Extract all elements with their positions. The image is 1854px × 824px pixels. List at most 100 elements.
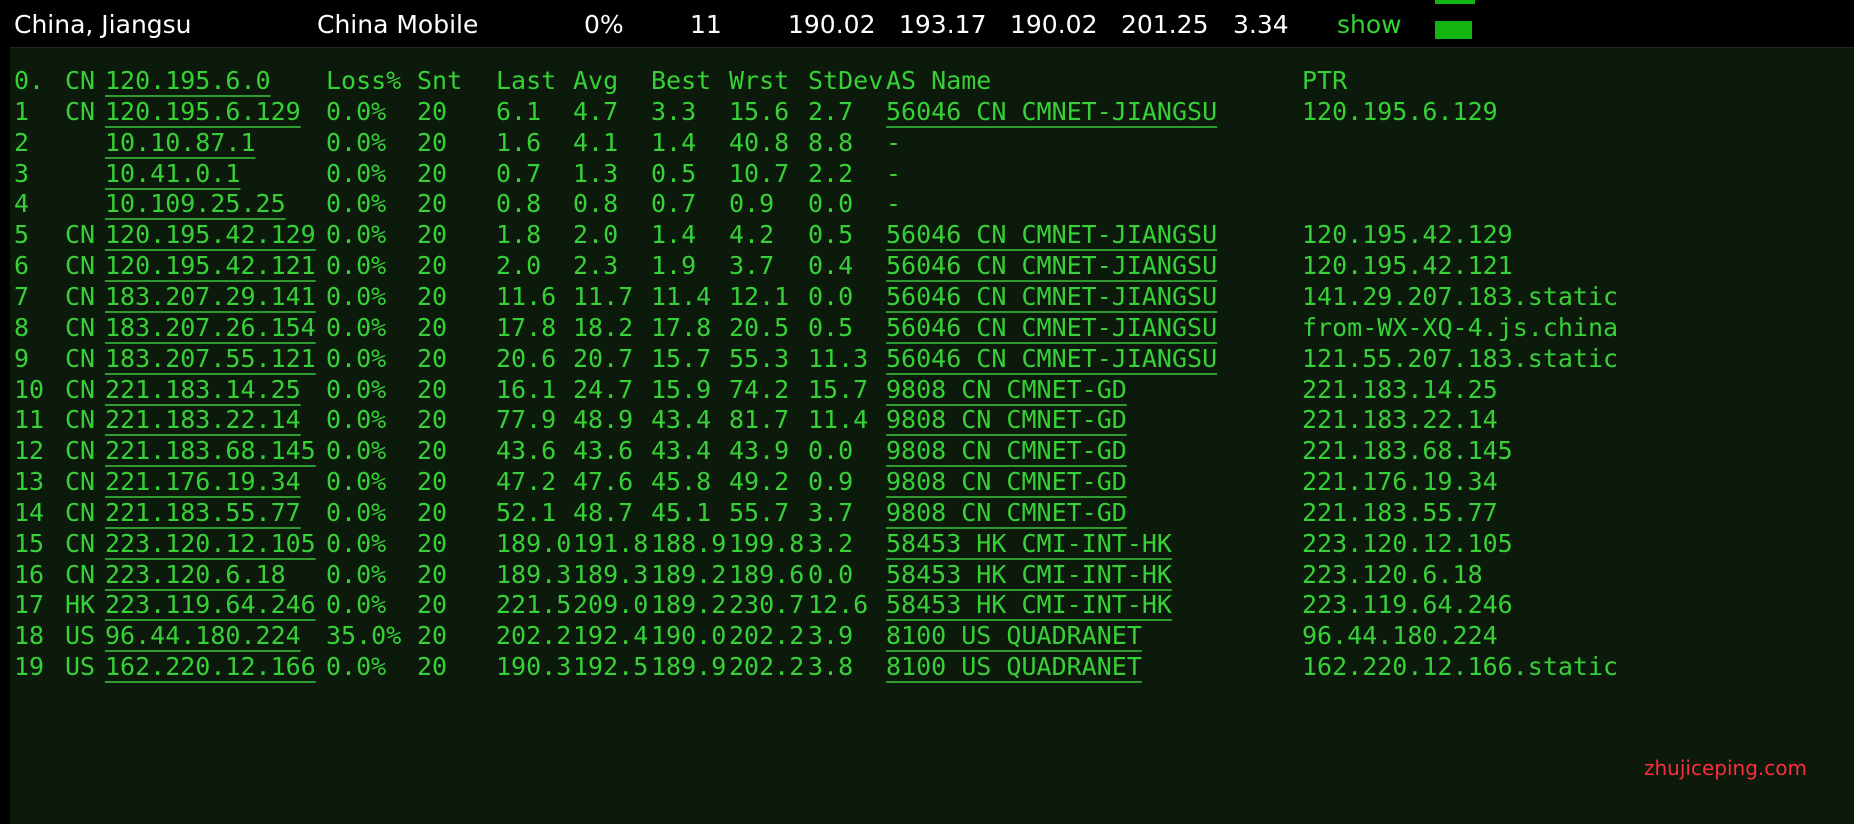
header-wrst: Wrst <box>729 66 790 95</box>
hop-ip[interactable]: 120.195.42.129 <box>105 220 316 250</box>
hop-last: 0.8 <box>496 189 542 219</box>
hop-as[interactable]: 9808 CN CMNET-GD <box>886 375 1127 405</box>
hop-as[interactable]: 56046 CN CMNET-JIANGSU <box>886 282 1217 312</box>
show-link[interactable]: show <box>1337 10 1402 39</box>
hop-stdev: 0.4 <box>808 251 854 281</box>
hop-ptr: from-WX-XQ-4.js.china <box>1302 312 1619 342</box>
hop-as[interactable]: 58453 HK CMI-INT-HK <box>886 529 1172 559</box>
hop-ip[interactable]: 96.44.180.224 <box>105 621 301 651</box>
hop-as[interactable]: 58453 HK CMI-INT-HK <box>886 560 1172 590</box>
hop-ip[interactable]: 223.120.12.105 <box>105 529 316 559</box>
latency-bar-top <box>1435 0 1475 4</box>
header-loss: Loss% <box>326 66 402 95</box>
hop-loss: 35.0% <box>326 621 402 651</box>
hop-n: 15 <box>14 528 45 558</box>
hop-as[interactable]: 56046 CN CMNET-JIANGSU <box>886 251 1217 281</box>
hop-ip[interactable]: 221.176.19.34 <box>105 467 301 497</box>
hop-last: 77.9 <box>496 405 557 435</box>
hop-ip[interactable]: 183.207.29.141 <box>105 282 316 312</box>
hop-ip[interactable]: 120.195.42.121 <box>105 251 316 281</box>
hop-as[interactable]: 9808 CN CMNET-GD <box>886 405 1127 435</box>
hop-ip[interactable]: 10.10.87.1 <box>105 128 256 158</box>
hop-loss: 0.0% <box>326 374 387 404</box>
hop-as[interactable]: 56046 CN CMNET-JIANGSU <box>886 97 1217 127</box>
hop-last: 221.5 <box>496 590 572 620</box>
hop-ip[interactable]: 183.207.26.154 <box>105 313 316 343</box>
header-snt: Snt <box>417 66 463 95</box>
hop-cc: CN <box>65 96 96 126</box>
hop-snt: 20 <box>417 621 448 651</box>
hop-loss: 0.0% <box>326 497 387 527</box>
hop-last: 189.0 <box>496 528 572 558</box>
hop-loss: 0.0% <box>326 436 387 466</box>
hop-best: 1.9 <box>651 251 697 281</box>
hop-avg: 47.6 <box>573 467 634 497</box>
hop-snt: 20 <box>417 189 448 219</box>
hop-stdev: 0.0 <box>808 436 854 466</box>
hop-ip[interactable]: 183.207.55.121 <box>105 344 316 374</box>
hop-as[interactable]: 58453 HK CMI-INT-HK <box>886 590 1172 620</box>
hop-ip[interactable]: 221.183.55.77 <box>105 498 301 528</box>
hop-snt: 20 <box>417 96 448 126</box>
hop-avg: 43.6 <box>573 436 634 466</box>
summary-bar: China, Jiangsu China Mobile 0% 11 190.02… <box>0 0 1854 46</box>
header-ip[interactable]: 120.195.6.0 <box>105 66 271 96</box>
hop-ip[interactable]: 223.119.64.246 <box>105 590 316 620</box>
hop-n: 10 <box>14 374 45 404</box>
hop-best: 3.3 <box>651 96 697 126</box>
hop-ip[interactable]: 162.220.12.166 <box>105 652 316 682</box>
hop-best: 1.4 <box>651 220 697 250</box>
hop-as[interactable]: 9808 CN CMNET-GD <box>886 436 1127 466</box>
hop-last: 202.2 <box>496 621 572 651</box>
hop-ip[interactable]: 221.183.14.25 <box>105 375 301 405</box>
hop-n: 19 <box>14 652 45 682</box>
hop-best: 43.4 <box>651 436 712 466</box>
hop-avg: 0.8 <box>573 189 619 219</box>
summary-isp: China Mobile <box>317 10 479 39</box>
hop-best: 190.0 <box>651 621 727 651</box>
hop-cc: CN <box>65 281 96 311</box>
hop-best: 0.5 <box>651 158 697 188</box>
hop-as[interactable]: 56046 CN CMNET-JIANGSU <box>886 344 1217 374</box>
hop-cc: CN <box>65 559 96 589</box>
hop-as[interactable]: 9808 CN CMNET-GD <box>886 498 1127 528</box>
header-cc: CN <box>65 66 96 95</box>
hop-ip[interactable]: 10.41.0.1 <box>105 159 240 189</box>
hop-best: 0.7 <box>651 189 697 219</box>
hop-ip[interactable]: 221.183.22.14 <box>105 405 301 435</box>
hop-stdev: 0.0 <box>808 189 854 219</box>
hop-best: 189.9 <box>651 652 727 682</box>
hop-as[interactable]: 56046 CN CMNET-JIANGSU <box>886 313 1217 343</box>
watermark: zhujiceping.com <box>1644 756 1807 780</box>
hop-snt: 20 <box>417 405 448 435</box>
hop-n: 9 <box>14 343 30 373</box>
hop-loss: 0.0% <box>326 528 387 558</box>
hop-as[interactable]: 9808 CN CMNET-GD <box>886 467 1127 497</box>
hop-as[interactable]: 8100 US QUADRANET <box>886 621 1142 651</box>
hop-stdev: 3.8 <box>808 652 854 682</box>
hop-loss: 0.0% <box>326 251 387 281</box>
hop-ip[interactable]: 221.183.68.145 <box>105 436 316 466</box>
hop-n: 7 <box>14 281 30 311</box>
hop-stdev: 0.0 <box>808 281 854 311</box>
hop-last: 20.6 <box>496 343 557 373</box>
hop-best: 17.8 <box>651 312 712 342</box>
hop-snt: 20 <box>417 652 448 682</box>
hop-as[interactable]: 8100 US QUADRANET <box>886 652 1142 682</box>
hop-avg: 48.9 <box>573 405 634 435</box>
hop-ip[interactable]: 10.109.25.25 <box>105 189 286 219</box>
hop-ip[interactable]: 120.195.6.129 <box>105 97 301 127</box>
hop-snt: 20 <box>417 559 448 589</box>
hop-loss: 0.0% <box>326 652 387 682</box>
hop-cc: CN <box>65 374 96 404</box>
hop-best: 1.4 <box>651 127 697 157</box>
hop-ptr: 121.55.207.183.static <box>1302 343 1619 373</box>
hop-avg: 192.5 <box>573 652 649 682</box>
hop-stdev: 2.2 <box>808 158 854 188</box>
hop-loss: 0.0% <box>326 281 387 311</box>
hop-as[interactable]: 56046 CN CMNET-JIANGSU <box>886 220 1217 250</box>
hop-cc: HK <box>65 590 96 620</box>
hop-wrst: 0.9 <box>729 189 775 219</box>
hop-snt: 20 <box>417 251 448 281</box>
hop-ip[interactable]: 223.120.6.18 <box>105 560 286 590</box>
